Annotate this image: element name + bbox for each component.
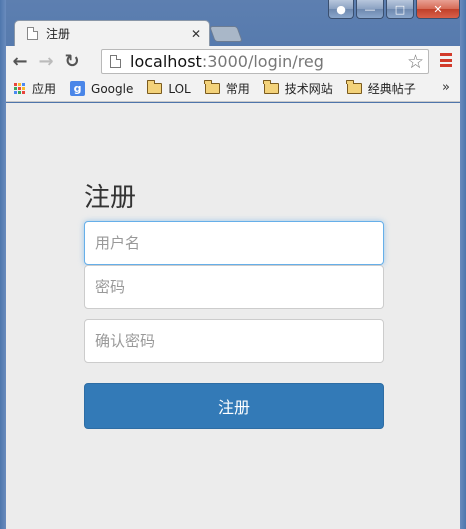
confirm-password-input[interactable]: [84, 319, 384, 363]
new-tab-button[interactable]: [209, 26, 243, 42]
bookmark-lol[interactable]: LOL: [146, 80, 191, 96]
register-button[interactable]: 注册: [84, 383, 384, 429]
tab-register[interactable]: 注册 ✕: [14, 20, 210, 46]
url-path: :3000/login/reg: [201, 52, 324, 71]
bookmark-label: LOL: [168, 81, 191, 96]
form-title: 注册: [84, 183, 137, 213]
bookmark-common[interactable]: 常用: [204, 80, 250, 97]
register-form: 注册 注册: [84, 177, 384, 429]
tab-title: 注册: [46, 27, 71, 41]
bookmark-apps[interactable]: 应用: [14, 80, 56, 97]
page-content: 注册 注册: [6, 103, 460, 529]
google-icon: g: [70, 81, 86, 96]
bookmark-star-icon[interactable]: ☆: [407, 51, 424, 73]
bookmark-label: 经典帖子: [367, 82, 416, 96]
bookmark-label: Google: [91, 81, 134, 96]
address-bar[interactable]: localhost:3000/login/reg ☆: [101, 49, 429, 74]
bookmark-tech-sites[interactable]: 技术网站: [263, 80, 333, 97]
browser-toolbar: ← → ↻ localhost:3000/login/reg ☆: [6, 46, 460, 76]
bookmark-classic-posts[interactable]: 经典帖子: [346, 80, 416, 97]
apps-icon: [14, 82, 26, 95]
page-icon: [27, 27, 38, 40]
folder-icon: [263, 80, 279, 94]
password-input[interactable]: [84, 265, 384, 309]
bookmarks-overflow-icon[interactable]: »: [442, 80, 450, 95]
browser-window: ● — □ ✕ 注册 ✕ ← → ↻ localhost:3000/login/…: [0, 0, 466, 529]
bookmark-label: 常用: [225, 82, 250, 96]
bookmark-label: 应用: [32, 82, 57, 96]
hamburger-menu-icon[interactable]: [440, 53, 452, 67]
window-frame-right: [460, 0, 466, 529]
bookmark-google[interactable]: g Google: [70, 81, 133, 96]
forward-arrow-icon[interactable]: →: [34, 49, 58, 73]
page-icon: [110, 55, 121, 68]
folder-icon: [204, 80, 220, 94]
close-tab-icon[interactable]: ✕: [191, 27, 201, 41]
tab-strip: 注册 ✕: [6, 14, 460, 46]
bookmarks-bar: 应用 g Google LOL 常用 技术网站 经典帖子 »: [6, 76, 460, 102]
back-arrow-icon[interactable]: ←: [8, 49, 32, 73]
folder-icon: [346, 80, 362, 94]
reload-icon[interactable]: ↻: [60, 49, 84, 73]
url-host: localhost: [130, 52, 202, 71]
folder-icon: [146, 80, 163, 94]
username-input[interactable]: [84, 221, 384, 265]
bookmark-label: 技术网站: [284, 82, 333, 96]
